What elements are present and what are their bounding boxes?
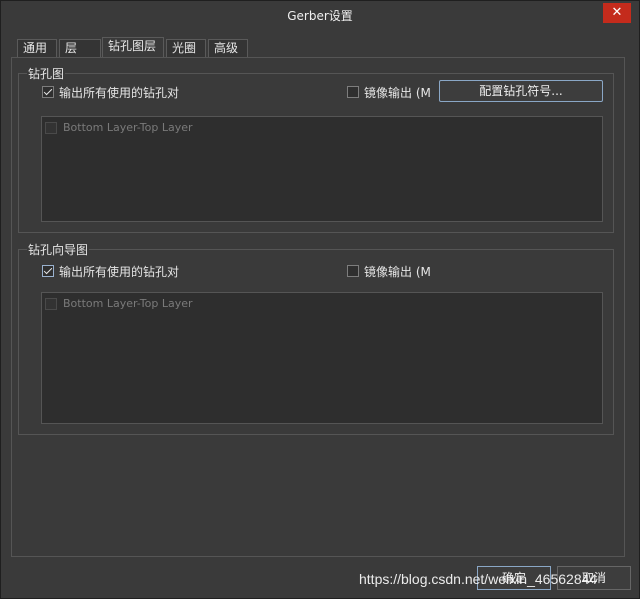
layer-pair-label: Bottom Layer-Top Layer — [63, 121, 193, 134]
tab-drill-drawing[interactable]: 钻孔图层 — [102, 37, 164, 57]
title-bar: Gerber设置 — [1, 1, 639, 31]
tab-general[interactable]: 通用 — [17, 39, 57, 57]
tab-apertures[interactable]: 光圈 — [166, 39, 206, 57]
guide-mirror-checkbox[interactable] — [347, 265, 359, 277]
layer-pair-checkbox[interactable] — [45, 122, 57, 134]
drill-output-all-label[interactable]: 输出所有使用的钻孔对 — [59, 84, 179, 101]
drill-mirror-label[interactable]: 镜像输出 (M — [364, 84, 431, 101]
drill-drawing-group: 钻孔图 输出所有使用的钻孔对 镜像输出 (M 配置钻孔符号... Bottom … — [18, 65, 614, 233]
close-button[interactable]: ✕ — [603, 3, 631, 23]
close-icon: ✕ — [611, 5, 623, 20]
guide-output-all-checkbox[interactable] — [42, 265, 54, 277]
guide-layer-pairs-list[interactable]: Bottom Layer-Top Layer — [41, 292, 603, 424]
guide-mirror-label[interactable]: 镜像输出 (M — [364, 263, 431, 280]
drill-mirror-checkbox[interactable] — [347, 86, 359, 98]
dialog-title: Gerber设置 — [287, 9, 353, 23]
guide-output-all-label[interactable]: 输出所有使用的钻孔对 — [59, 263, 182, 280]
watermark-url: https://blog.csdn.net/weixin_46562844 — [359, 571, 598, 587]
drill-layer-pairs-list[interactable]: Bottom Layer-Top Layer — [41, 116, 603, 222]
gerber-settings-dialog: Gerber设置 ✕ 通用 层 钻孔图层 光圈 高级 钻孔图 输出所有使用的钻孔… — [0, 0, 640, 599]
drill-guide-title: 钻孔向导图 — [27, 241, 90, 258]
config-drill-symbols-button[interactable]: 配置钻孔符号... — [439, 80, 603, 102]
drill-guide-group: 钻孔向导图 输出所有使用的钻孔对 镜像输出 (M Bottom Layer-To… — [18, 241, 614, 435]
tab-layers[interactable]: 层 — [59, 39, 101, 57]
layer-pair-label: Bottom Layer-Top Layer — [63, 297, 193, 310]
tab-advanced[interactable]: 高级 — [208, 39, 248, 57]
layer-pair-checkbox[interactable] — [45, 298, 57, 310]
drill-output-all-checkbox[interactable] — [42, 86, 54, 98]
drill-drawing-title: 钻孔图 — [27, 65, 66, 82]
